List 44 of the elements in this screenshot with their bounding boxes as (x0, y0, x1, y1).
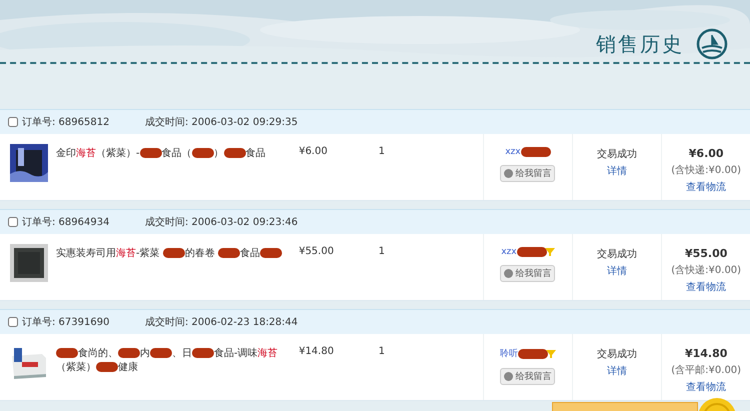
quantity: 1 (378, 246, 385, 257)
details-link[interactable]: 详情 (607, 364, 628, 378)
order-status: 交易成功 (597, 248, 638, 261)
details-link[interactable]: 详情 (607, 164, 628, 178)
total-price: ¥14.80 (684, 347, 728, 360)
order-checkbox[interactable] (8, 317, 18, 327)
redaction-mark (518, 348, 548, 358)
page-title: 销售历史 (596, 30, 684, 58)
order-status: 交易成功 (597, 148, 638, 161)
logistics-link[interactable]: 查看物流 (686, 280, 726, 294)
seller-link[interactable]: xzx (505, 147, 521, 157)
order-time: 成交时间: 2006-03-02 09:29:35 (145, 116, 298, 129)
logistics-link[interactable]: 查看物流 (686, 180, 726, 194)
boat-logo-icon (696, 28, 728, 60)
unit-price: ¥14.80 (298, 346, 334, 357)
message-button[interactable]: 给我留言 (500, 368, 556, 385)
order-number: 订单号: 67391690 (22, 316, 110, 329)
unit-price: ¥6.00 (298, 146, 328, 157)
order-checkbox[interactable] (8, 117, 18, 127)
order-number: 订单号: 68964934 (22, 216, 110, 229)
redaction-mark (520, 147, 551, 157)
shipping-fee: (含快递:¥0.00) (671, 264, 742, 277)
details-link[interactable]: 详情 (607, 264, 628, 278)
order-time: 成交时间: 2006-03-02 09:23:46 (145, 216, 298, 229)
order-number: 订单号: 68965812 (22, 116, 110, 129)
total-price: ¥6.00 (688, 147, 724, 160)
message-button[interactable]: 给我留言 (500, 265, 556, 282)
logistics-link[interactable]: 查看物流 (686, 380, 726, 394)
seller-link[interactable]: xzx (501, 247, 517, 257)
total-price: ¥55.00 (684, 247, 728, 260)
quantity: 1 (378, 146, 385, 157)
order-status: 交易成功 (597, 348, 638, 361)
quantity: 1 (378, 346, 385, 357)
shipping-fee: (含快递:¥0.00) (671, 164, 742, 177)
product-title[interactable]: 实惠装寿司用海苔-紫菜 的春卷 食品 (56, 244, 291, 300)
unit-price: ¥55.00 (298, 246, 334, 257)
order-time: 成交时间: 2006-02-23 18:28:44 (145, 316, 298, 329)
order-checkbox[interactable] (8, 217, 18, 227)
redaction-mark (516, 247, 547, 257)
seller-link[interactable]: 聆听 (500, 347, 518, 360)
product-title[interactable]: 食尚的、 内 、日 食品-调味海苔 （紫菜） 健康 (56, 344, 291, 400)
product-title[interactable]: 金印海苔（紫菜）- 食品（ ） 食品 (56, 144, 291, 200)
shipping-fee: (含平邮:¥0.00) (671, 364, 742, 377)
message-button[interactable]: 给我留言 (500, 165, 556, 182)
